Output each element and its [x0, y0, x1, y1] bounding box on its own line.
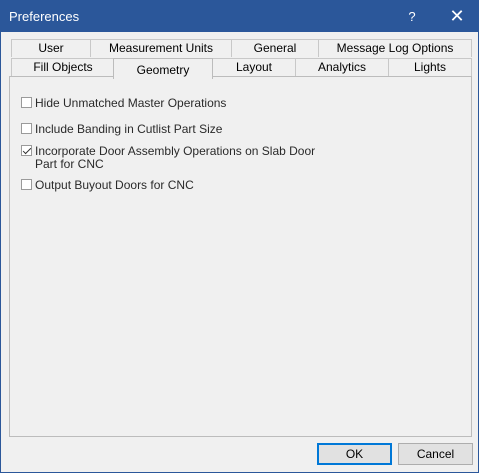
option-label: Include Banding in Cutlist Part Size	[35, 122, 223, 136]
option-label-line2: Part for CNC	[35, 157, 104, 171]
title-bar[interactable]: Preferences ? ✕	[1, 1, 478, 32]
tab-fill-objects[interactable]: Fill Objects	[11, 58, 115, 76]
tab-analytics[interactable]: Analytics	[295, 58, 389, 76]
checkbox[interactable]	[21, 179, 32, 190]
tab-geometry[interactable]: Geometry	[113, 58, 213, 79]
checkbox[interactable]	[21, 123, 32, 134]
tab-lights[interactable]: Lights	[388, 58, 472, 76]
window-title: Preferences	[9, 9, 80, 24]
option-label: Incorporate Door Assembly Operations on …	[35, 144, 316, 158]
option-label: Output Buyout Doors for CNC	[35, 178, 194, 192]
option-label: Hide Unmatched Master Operations	[35, 96, 227, 110]
tab-general[interactable]: General	[231, 39, 319, 57]
checkbox[interactable]	[21, 97, 32, 108]
cancel-button[interactable]: Cancel	[398, 443, 473, 465]
close-icon[interactable]: ✕	[437, 1, 477, 32]
tab-message-log-options[interactable]: Message Log Options	[318, 39, 472, 57]
tab-user[interactable]: User	[11, 39, 91, 57]
ok-button[interactable]: OK	[317, 443, 392, 465]
tab-layout[interactable]: Layout	[212, 58, 296, 76]
checkbox-checked[interactable]	[21, 145, 32, 156]
preferences-dialog: Preferences ? ✕ User Measurement Units G…	[0, 0, 479, 473]
tab-measurement-units[interactable]: Measurement Units	[90, 39, 232, 57]
help-button[interactable]: ?	[393, 1, 431, 32]
